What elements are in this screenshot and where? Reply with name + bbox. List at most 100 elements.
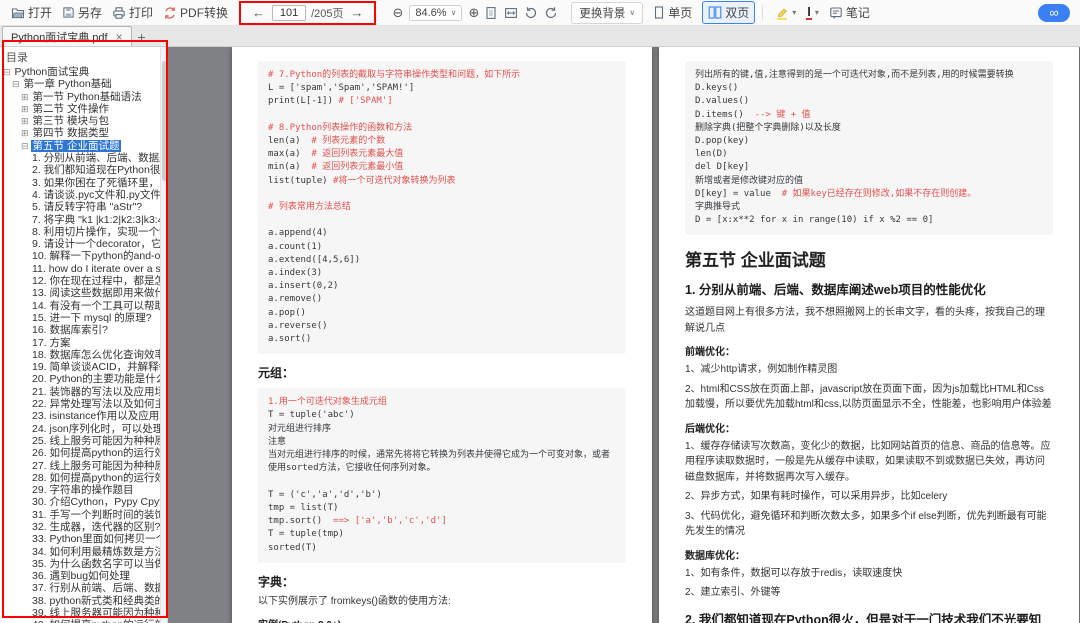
toc-item[interactable]: ⊟第一章 Python基础 bbox=[0, 78, 160, 90]
code-line: len(D) bbox=[695, 148, 1043, 161]
single-page-button[interactable]: 单页 bbox=[647, 1, 698, 24]
toc-item-label: 27. 线上服务可能因为种种原因导致挂掉 bbox=[30, 460, 160, 472]
toc-item[interactable]: 39. 线上服务器可能因为种种原因 bbox=[0, 607, 160, 619]
toc-item[interactable]: 8. 利用切片操作，实现一个trim()函数 bbox=[0, 226, 160, 238]
code-line: a.sort() bbox=[268, 333, 616, 346]
toc-item[interactable]: 14. 有没有一个工具可以帮助查找bug bbox=[0, 300, 160, 312]
toc-item[interactable]: 17. 方案 bbox=[0, 337, 160, 349]
toc-item[interactable]: 12. 你在现在过程中，都是怎么调试的 bbox=[0, 275, 160, 287]
note-button[interactable]: 笔记 bbox=[824, 2, 875, 23]
pdf-convert-button[interactable]: PDF转换 bbox=[158, 2, 233, 23]
next-page-button[interactable]: → bbox=[348, 6, 365, 19]
toc-item[interactable]: ⊞第三节 模块与包 bbox=[0, 115, 160, 127]
toc-item[interactable]: 40. 如何提高python的运行效率 bbox=[0, 619, 160, 623]
toc-item[interactable]: 29. 字符串的操作题目 bbox=[0, 484, 160, 496]
paragraph: 2、异步方式，如果有耗时操作，可以采用异步，比如celery bbox=[685, 489, 1053, 505]
zoom-level-dropdown[interactable]: 84.6% ∨ bbox=[409, 5, 462, 21]
expand-icon[interactable]: ⊞ bbox=[21, 127, 29, 139]
double-page-button[interactable]: 双页 bbox=[702, 1, 755, 24]
save-as-button[interactable]: 另存 bbox=[57, 2, 107, 23]
code-line: sorted(T) bbox=[268, 542, 616, 555]
collapse-icon[interactable]: ⊟ bbox=[3, 66, 11, 78]
collapse-icon[interactable]: ⊟ bbox=[21, 140, 29, 152]
toc-item-label: 30. 介绍Cython，Pypy Cpython的区别 bbox=[30, 496, 160, 508]
code-line bbox=[268, 214, 616, 227]
toc-item-label: 1. 分别从前端、后端、数据库阐述web项目的性能优化 bbox=[30, 152, 160, 164]
toc-item[interactable]: 30. 介绍Cython，Pypy Cpython的区别 bbox=[0, 496, 160, 508]
print-button[interactable]: 打印 bbox=[107, 2, 158, 23]
toc-item[interactable]: 37. 行别从前端、后端、数据库阐述 bbox=[0, 582, 160, 594]
change-background-label: 更换背景 bbox=[579, 5, 625, 21]
rotate-left-button[interactable] bbox=[521, 5, 541, 21]
toc-item[interactable]: 24. json序列化时，可以处理的数据类型 bbox=[0, 423, 160, 435]
toc-item[interactable]: 5. 请反转字符串 "aStr"? bbox=[0, 201, 160, 213]
zoom-in-button[interactable]: ⊕ bbox=[466, 6, 481, 19]
toc-item-label: 第一章 Python基础 bbox=[22, 78, 114, 90]
toc-item[interactable]: 31. 手写一个判断时间的装饰器 bbox=[0, 509, 160, 521]
change-background-dropdown[interactable]: 更换背景 ∨ bbox=[571, 2, 643, 24]
pdf-viewer: # 7.Python的列表的截取与字符串操作类型和问题，如下所示L = ['sp… bbox=[168, 47, 1080, 623]
toc-item[interactable]: 13. 阅读这些数据即用来做什么的 bbox=[0, 287, 160, 299]
app-badge-button[interactable]: ∞ bbox=[1038, 4, 1070, 22]
toc-item[interactable]: 25. 线上服务可能因为种种原因导致挂掉 bbox=[0, 435, 160, 447]
toc-item[interactable]: 33. Python里面如何拷贝一个对象 bbox=[0, 533, 160, 545]
sidebar-scrollbar[interactable] bbox=[160, 47, 168, 623]
toc-item[interactable]: 4. 请谈谈.pyc文件和.py文件的区别 bbox=[0, 189, 160, 201]
toc-item-label: 18. 数据库怎么优化查询效率? bbox=[30, 349, 160, 361]
code-block: # 7.Python的列表的截取与字符串操作类型和问题，如下所示L = ['sp… bbox=[258, 61, 626, 354]
toc-item[interactable]: 20. Python的主要功能是什么? bbox=[0, 373, 160, 385]
page-count-label: /205页 bbox=[311, 5, 343, 21]
highlighter-button[interactable]: ▾ bbox=[770, 4, 801, 22]
toc-item[interactable]: 23. isinstance作用以及应用场景 bbox=[0, 410, 160, 422]
toc-item[interactable]: 22. 异常处理写法以及如何主动抛出异常 bbox=[0, 398, 160, 410]
toc-item[interactable]: 18. 数据库怎么优化查询效率? bbox=[0, 349, 160, 361]
toc-item[interactable]: 3. 如果你困在了死循环里，怎么打破它? bbox=[0, 177, 160, 189]
toc-item[interactable]: 15. 进一下 mysql 的原理? bbox=[0, 312, 160, 324]
toc-item[interactable]: 38. python新式类和经典类的区别 bbox=[0, 595, 160, 607]
code-line: tmp.sort() ==> ['a','b','c','d'] bbox=[268, 515, 616, 528]
toc-item[interactable]: 21. 装饰器的写法以及应用场景 bbox=[0, 386, 160, 398]
toc-item[interactable]: 35. 为什么函数名字可以当做参数使用 bbox=[0, 558, 160, 570]
toc-item[interactable]: 11. how do I iterate over a sequence bbox=[0, 263, 160, 275]
code-line: D[key] = value # 如果key已经存在则修改,如果不存在则创建。 bbox=[695, 188, 1043, 201]
toc-item[interactable]: ⊞第四节 数据类型 bbox=[0, 127, 160, 139]
toc-item[interactable]: 27. 线上服务可能因为种种原因导致挂掉 bbox=[0, 460, 160, 472]
fit-page-button[interactable] bbox=[481, 5, 501, 21]
toc-item[interactable]: 9. 请设计一个decorator，它可作用于任何函数 bbox=[0, 238, 160, 250]
toc-item[interactable]: 1. 分别从前端、后端、数据库阐述web项目的性能优化 bbox=[0, 152, 160, 164]
new-tab-button[interactable]: + bbox=[132, 27, 152, 46]
expand-icon[interactable]: ⊞ bbox=[21, 115, 29, 127]
toc-item[interactable]: ⊟Python面试宝典 bbox=[0, 66, 160, 78]
sidebar-scrollbar-thumb[interactable] bbox=[162, 61, 167, 181]
toc-item[interactable]: 34. 如何利用最精炼数是方法? bbox=[0, 546, 160, 558]
previous-page-button[interactable]: ← bbox=[250, 6, 267, 19]
collapse-icon[interactable]: ⊟ bbox=[12, 78, 20, 90]
toc-item[interactable]: 26. 如何提高python的运行效率 bbox=[0, 447, 160, 459]
toc-item-label: 2. 我们都知道现在Python很火，但是对于一门技术 bbox=[30, 164, 160, 176]
fit-width-button[interactable] bbox=[501, 5, 521, 21]
page-number-input[interactable] bbox=[272, 5, 306, 21]
zoom-out-button[interactable]: ⊖ bbox=[390, 6, 405, 19]
expand-icon[interactable]: ⊞ bbox=[21, 103, 29, 115]
toc-item[interactable]: 36. 遇到bug如何处理 bbox=[0, 570, 160, 582]
toc-item-label: 17. 方案 bbox=[30, 337, 73, 349]
code-line: 1.用一个可迭代对象生成元组 bbox=[268, 396, 616, 409]
open-button[interactable]: 打开 bbox=[6, 2, 57, 23]
toc-item[interactable]: ⊞第一节 Python基础语法 bbox=[0, 91, 160, 103]
toc-item[interactable]: 2. 我们都知道现在Python很火，但是对于一门技术 bbox=[0, 164, 160, 176]
toc-item[interactable]: 28. 如何提高python的运行效率 bbox=[0, 472, 160, 484]
font-color-button[interactable]: I ▾ bbox=[801, 3, 824, 22]
document-tab[interactable]: Python面试宝典.pdf × bbox=[2, 26, 132, 46]
toc-item[interactable]: 7. 将字典 "k1 |k1:2|k2:3|k3:4" 处理 bbox=[0, 214, 160, 226]
expand-icon[interactable]: ⊞ bbox=[21, 91, 29, 103]
toolbar: 打开 另存 打印 PDF转换 ← /205页 → bbox=[0, 0, 1080, 26]
toc-item[interactable]: 19. 简单谈谈ACID，并解释每一个特性 bbox=[0, 361, 160, 373]
code-block: 1.用一个可迭代对象生成元组T = tuple('abc')对元组进行排序注意当… bbox=[258, 388, 626, 562]
tab-close-icon[interactable]: × bbox=[116, 30, 123, 44]
rotate-right-button[interactable] bbox=[541, 5, 561, 21]
toc-item[interactable]: ⊞第二节 文件操作 bbox=[0, 103, 160, 115]
toc-item[interactable]: ⊟第五节 企业面试题 bbox=[0, 140, 160, 152]
toc-item[interactable]: 16. 数据库索引? bbox=[0, 324, 160, 336]
toc-item[interactable]: 32. 生成器，迭代器的区别? bbox=[0, 521, 160, 533]
toc-item[interactable]: 10. 解释一下python的and-or语法 bbox=[0, 250, 160, 262]
